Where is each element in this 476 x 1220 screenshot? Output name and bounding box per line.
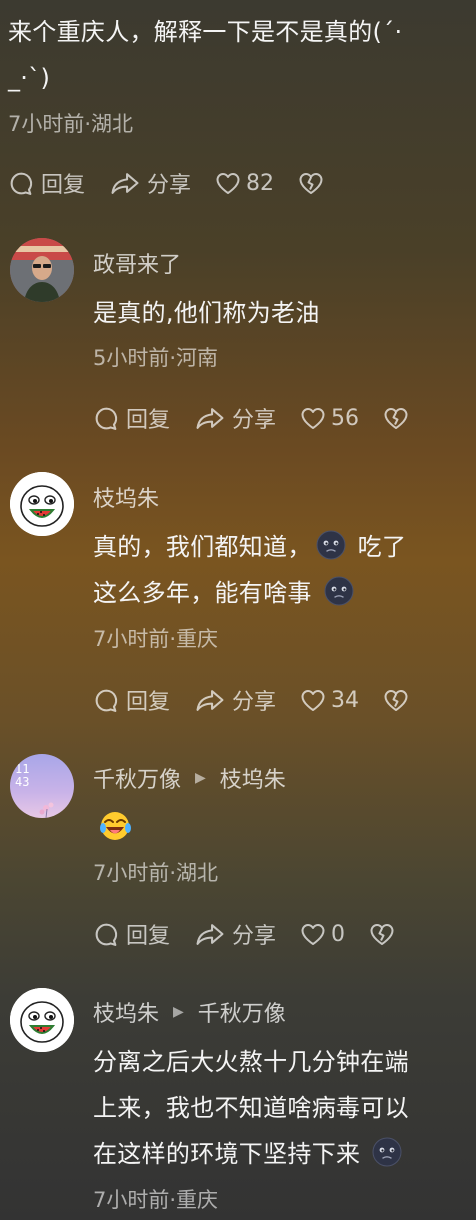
like-button[interactable]: 0 bbox=[300, 922, 345, 947]
comment-bubble-icon bbox=[93, 687, 120, 714]
like-button[interactable]: 82 bbox=[215, 171, 274, 196]
share-button[interactable]: 分享 bbox=[109, 167, 191, 199]
reply-label: 回复 bbox=[126, 408, 171, 433]
broken-heart-icon bbox=[369, 922, 395, 947]
avatar[interactable] bbox=[10, 988, 74, 1052]
top-comment-text: 来个重庆人，解释一下是不是真的(´· _·`) bbox=[8, 9, 476, 101]
share-button[interactable]: 分享 bbox=[194, 918, 276, 950]
reply-meta: 7小时前·湖北 bbox=[93, 861, 219, 885]
share-arrow-icon bbox=[109, 170, 141, 197]
text-segment: 真的，我们都知道， bbox=[93, 533, 312, 561]
avatar[interactable] bbox=[10, 238, 74, 302]
reply-author[interactable]: 千秋万像 ▶ 枝坞朱 bbox=[93, 762, 286, 794]
reply-author[interactable]: 枝坞朱 bbox=[93, 481, 159, 513]
comment-bubble-icon bbox=[93, 921, 120, 948]
reply-text-line-3: 在这样的环境下坚持下来 bbox=[93, 1131, 473, 1177]
text-segment: 在这样的环境下坚持下来 bbox=[93, 1140, 361, 1168]
top-comment-line-2: _·`) bbox=[8, 64, 51, 92]
laughing-emoji-icon bbox=[99, 810, 133, 846]
reply-text-line-2: 这么多年，能有啥事 bbox=[93, 570, 463, 616]
comment-bubble-icon bbox=[93, 405, 120, 432]
avatar[interactable]: 11 43 bbox=[10, 754, 74, 818]
reply-button[interactable]: 回复 bbox=[93, 684, 170, 716]
dark-face-emoji-icon bbox=[324, 576, 354, 606]
top-comment-line-1: 来个重庆人，解释一下是不是真的(´· bbox=[8, 18, 403, 46]
share-arrow-icon bbox=[194, 921, 226, 948]
reply-to-arrow-icon: ▶ bbox=[173, 1004, 184, 1020]
share-label: 分享 bbox=[147, 173, 192, 198]
text-segment: 这么多年，能有啥事 bbox=[93, 579, 312, 607]
reply-text: 分离之后大火熬十几分钟在端 上来，我也不知道啥病毒可以 在这样的环境下坚持下来 bbox=[93, 1039, 473, 1177]
dark-face-emoji-icon bbox=[372, 1137, 402, 1167]
heart-icon bbox=[215, 171, 241, 196]
heart-icon bbox=[300, 406, 326, 431]
reply-author[interactable]: 政哥来了 bbox=[93, 247, 181, 279]
reply-meta: 7小时前·重庆 bbox=[93, 627, 219, 651]
reply-text: 是真的,他们称为老油 bbox=[93, 299, 320, 327]
like-button[interactable]: 34 bbox=[300, 688, 359, 713]
reply-actions: 回复 分享 34 bbox=[93, 684, 439, 716]
author-name: 政哥来了 bbox=[93, 253, 182, 278]
top-comment-actions: 回复 分享 82 bbox=[8, 167, 354, 199]
dislike-button[interactable] bbox=[383, 688, 415, 713]
reply-meta: 5小时前·河南 bbox=[93, 346, 219, 370]
reply-text-line-1: 分离之后大火熬十几分钟在端 bbox=[93, 1048, 409, 1076]
reply-to-name[interactable]: 枝坞朱 bbox=[220, 762, 286, 794]
like-count: 0 bbox=[331, 921, 346, 947]
reply-text: 真的，我们都知道， 吃了 这么多年，能有啥事 bbox=[93, 524, 463, 616]
reply-button[interactable]: 回复 bbox=[8, 167, 85, 199]
reply-to-arrow-icon: ▶ bbox=[195, 770, 206, 786]
dark-face-emoji-icon bbox=[316, 530, 346, 560]
broken-heart-icon bbox=[298, 171, 324, 196]
like-count: 56 bbox=[331, 405, 360, 431]
top-comment-meta: 7小时前·湖北 bbox=[8, 112, 134, 136]
author-name: 千秋万像 bbox=[93, 768, 182, 793]
dislike-button[interactable] bbox=[298, 171, 330, 196]
like-count: 34 bbox=[331, 687, 360, 713]
reply-to-name[interactable]: 千秋万像 bbox=[198, 996, 286, 1028]
broken-heart-icon bbox=[383, 688, 409, 713]
share-button[interactable]: 分享 bbox=[194, 402, 276, 434]
reply-button[interactable]: 回复 bbox=[93, 402, 170, 434]
dislike-button[interactable] bbox=[369, 922, 401, 947]
text-segment: 吃了 bbox=[357, 533, 407, 561]
share-label: 分享 bbox=[232, 408, 277, 433]
reply-text-line-1: 真的，我们都知道， 吃了 bbox=[93, 524, 463, 570]
author-name: 枝坞朱 bbox=[93, 1002, 160, 1027]
reply-meta: 7小时前·重庆 bbox=[93, 1188, 219, 1212]
reply-label: 回复 bbox=[126, 690, 171, 715]
heart-icon bbox=[300, 922, 326, 947]
reply-actions: 回复 分享 0 bbox=[93, 918, 425, 950]
reply-button[interactable]: 回复 bbox=[93, 918, 170, 950]
reply-label: 回复 bbox=[41, 173, 86, 198]
avatar-photo bbox=[10, 238, 74, 302]
comment-bubble-icon bbox=[8, 170, 35, 197]
reply-text-line-2: 上来，我也不知道啥病毒可以 bbox=[93, 1094, 409, 1122]
dislike-button[interactable] bbox=[383, 406, 415, 431]
author-name: 枝坞朱 bbox=[93, 487, 160, 512]
reply-label: 回复 bbox=[126, 924, 171, 949]
avatar[interactable] bbox=[10, 472, 74, 536]
avatar-cartoon bbox=[10, 472, 74, 536]
reply-author[interactable]: 枝坞朱 ▶ 千秋万像 bbox=[93, 996, 286, 1028]
like-count: 82 bbox=[246, 170, 275, 196]
reply-actions: 回复 分享 56 bbox=[93, 402, 439, 434]
share-arrow-icon bbox=[194, 405, 226, 432]
broken-heart-icon bbox=[383, 406, 409, 431]
share-button[interactable]: 分享 bbox=[194, 684, 276, 716]
share-arrow-icon bbox=[194, 687, 226, 714]
flower-icon bbox=[39, 802, 54, 818]
avatar-cartoon bbox=[10, 988, 74, 1052]
like-button[interactable]: 56 bbox=[300, 406, 359, 431]
share-label: 分享 bbox=[232, 690, 277, 715]
heart-icon bbox=[300, 688, 326, 713]
share-label: 分享 bbox=[232, 924, 277, 949]
